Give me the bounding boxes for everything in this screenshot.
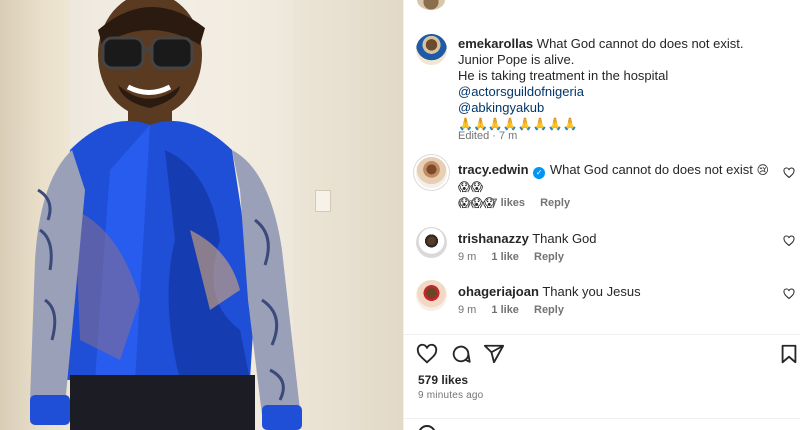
avatar[interactable]	[416, 157, 447, 188]
comment-likes[interactable]: 1 like	[491, 251, 519, 263]
avatar[interactable]	[416, 280, 447, 311]
heart-icon[interactable]	[416, 343, 438, 365]
comment-likes[interactable]: 1 like	[491, 304, 519, 316]
comment-time: 6 m	[458, 197, 477, 209]
verified-badge-icon: ✓	[533, 167, 546, 179]
caption-meta: Edited · 7 m	[458, 130, 518, 142]
header-avatar[interactable]	[417, 0, 445, 10]
comment-username[interactable]: tracy.edwin	[458, 162, 529, 177]
comment-time: 9 m	[458, 251, 477, 263]
comment-text: ohageriajoan Thank you Jesus	[458, 284, 776, 300]
comment-body: Thank God	[532, 231, 597, 246]
comment-composer	[404, 418, 800, 430]
comment-body: Thank you Jesus	[542, 284, 641, 299]
emoji-icon[interactable]	[418, 425, 436, 430]
reply-button[interactable]: Reply	[540, 197, 570, 209]
caption-line-2: Junior Pope is alive.	[458, 52, 575, 67]
comment-icon[interactable]	[450, 343, 472, 365]
comment-username[interactable]: ohageriajoan	[458, 284, 539, 299]
heart-icon[interactable]	[783, 288, 795, 300]
post-timestamp: 9 minutes ago	[418, 390, 484, 401]
photo-person	[30, 0, 302, 430]
heart-icon[interactable]	[783, 167, 795, 179]
caption-text: emekarollas What God cannot do does not …	[458, 36, 776, 132]
post-side-panel: emekarollas What God cannot do does not …	[403, 0, 800, 430]
comment-username[interactable]: trishanazzy	[458, 231, 529, 246]
comment-text: trishanazzy Thank God	[458, 231, 776, 247]
caption-emoji: 🙏🙏🙏🙏🙏🙏🙏🙏	[458, 117, 578, 131]
post-photo[interactable]	[0, 0, 403, 430]
comment-body: What God cannot do does not exist	[549, 162, 753, 177]
heart-icon[interactable]	[783, 235, 795, 247]
mention-link[interactable]: @actorsguildofnigeria	[458, 84, 584, 99]
caption-line-1: What God cannot do does not exist.	[536, 36, 744, 51]
comment-meta: 6 m 7 likes Reply	[458, 197, 582, 209]
comment-time: 9 m	[458, 304, 477, 316]
mention-link[interactable]: @abkingyakub	[458, 100, 544, 115]
comment-meta: 9 m 1 like Reply	[458, 251, 576, 263]
avatar[interactable]	[416, 34, 447, 65]
avatar[interactable]	[416, 227, 447, 258]
caption-line-3: He is taking treatment in the hospital	[458, 68, 669, 83]
reply-button[interactable]: Reply	[534, 251, 564, 263]
caption-username[interactable]: emekarollas	[458, 36, 533, 51]
comment-likes[interactable]: 7 likes	[491, 197, 525, 209]
action-bar	[404, 334, 800, 364]
bookmark-icon[interactable]	[778, 343, 800, 365]
reply-button[interactable]: Reply	[534, 304, 564, 316]
likes-count[interactable]: 579 likes	[418, 373, 468, 387]
comment-meta: 9 m 1 like Reply	[458, 304, 576, 316]
share-icon[interactable]	[483, 343, 505, 365]
